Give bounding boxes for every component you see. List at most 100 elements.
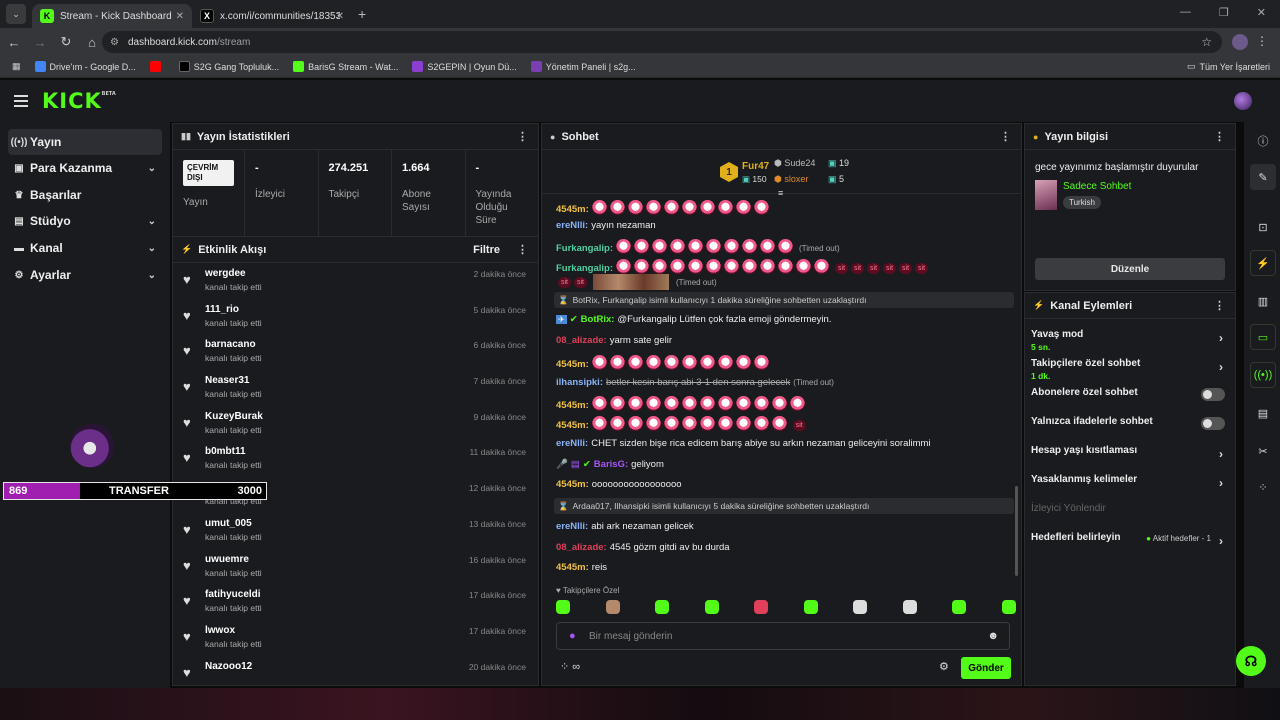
chat-username[interactable]: ereNlli: [556, 220, 588, 231]
emote-button[interactable] [556, 600, 570, 614]
more-options-icon[interactable]: ⋮ [1214, 130, 1225, 143]
screen-icon[interactable]: ⊡ [1250, 214, 1276, 240]
info-icon[interactable]: ⓘ [1250, 128, 1276, 154]
kick-logo[interactable]: KICK BETA [42, 89, 116, 113]
bookmark-item[interactable] [149, 61, 165, 72]
action-slow-mode[interactable]: Yavaş mod 5 sn. › [1025, 323, 1235, 352]
bookmark-item[interactable]: S2GEPIN | Oyun Dü... [412, 61, 517, 72]
more-options-icon[interactable]: ⋮ [517, 130, 528, 143]
sidebar-item-studyo[interactable]: ▤ Stüdyo ⌄ [8, 208, 162, 234]
category-thumbnail[interactable] [1035, 180, 1057, 210]
site-info-icon[interactable]: ⚙ [110, 37, 119, 48]
reload-icon[interactable]: ↻ [54, 34, 78, 50]
bookmark-item[interactable]: Yönetim Paneli | s2g... [530, 61, 636, 72]
more-options-icon[interactable]: ⋮ [1214, 299, 1225, 312]
more-options-icon[interactable]: ⋮ [1000, 130, 1011, 143]
bookmark-item[interactable]: BarisG Stream - Wat... [293, 61, 398, 72]
leader-item[interactable]: ⬢ sloxer [774, 174, 808, 185]
chat-input[interactable]: ● Bir mesaj gönderin ☻ [556, 622, 1010, 650]
document-icon[interactable]: ▥ [1250, 288, 1276, 314]
chat-username[interactable]: 4545m: [556, 204, 589, 215]
subscribers-toggle[interactable] [1201, 388, 1225, 401]
chat-username[interactable]: BotRix: [581, 314, 615, 325]
leader-item[interactable]: ⬢ Sude24 [774, 158, 815, 169]
emote-button[interactable] [952, 600, 967, 614]
chat-username[interactable]: 4545m: [556, 359, 589, 370]
emoji-icon[interactable]: ☻ [987, 630, 999, 642]
connections-icon[interactable]: ⁘ [1250, 474, 1276, 500]
tab-search-button[interactable]: ⌄ [6, 4, 26, 24]
emote-button[interactable] [754, 600, 769, 614]
new-tab-button[interactable]: + [358, 6, 366, 22]
chat-username[interactable]: ereNlli: [556, 438, 588, 449]
points-icon[interactable]: ⁘ ∞ [560, 660, 580, 673]
bookmark-item[interactable]: S2G Gang Topluluk... [178, 61, 279, 72]
chat-username[interactable]: 4545m: [556, 400, 589, 411]
chat-username[interactable]: 4545m: [556, 479, 589, 490]
edit-button[interactable]: Düzenle [1035, 258, 1225, 280]
chat-username[interactable]: ereNlli: [556, 521, 588, 532]
help-chat-icon[interactable]: ☊ [1236, 646, 1266, 676]
emote-only-toggle[interactable] [1201, 417, 1225, 430]
sidebar-item-kanal[interactable]: ▬ Kanal ⌄ [8, 235, 162, 261]
chat-settings-icon[interactable]: ⚙ [939, 660, 949, 673]
restore-icon[interactable]: ❐ [1219, 6, 1229, 19]
emote-button[interactable] [1001, 600, 1016, 614]
chat-username[interactable]: 4545m: [556, 420, 589, 431]
chat-username[interactable]: Furkangalip: [556, 243, 613, 254]
send-button[interactable]: Gönder [961, 657, 1011, 679]
emote-button[interactable] [655, 600, 670, 614]
forward-icon[interactable]: → [28, 35, 52, 50]
bookmark-star-icon[interactable]: ☆ [1201, 35, 1212, 49]
url-input[interactable]: ⚙ dashboard.kick.com/stream ☆ [102, 31, 1222, 53]
close-tab-icon[interactable]: ✕ [336, 11, 344, 22]
close-tab-icon[interactable]: ✕ [176, 11, 184, 22]
chat-rail-icon[interactable]: ▭ [1250, 324, 1276, 350]
chat-username[interactable]: BarisG: [594, 459, 628, 470]
menu-icon[interactable] [14, 95, 28, 107]
minimize-icon[interactable]: — [1180, 6, 1191, 19]
quick-actions-icon[interactable]: ⚡ [1250, 250, 1276, 276]
chat-username[interactable]: 4545m: [556, 562, 589, 573]
chat-username[interactable]: Furkangalip: [556, 263, 613, 274]
sidebar-item-ayarlar[interactable]: ⚙ Ayarlar ⌄ [8, 262, 162, 288]
chat-username[interactable]: ilhansipki: [556, 377, 603, 388]
emote-button[interactable] [902, 600, 917, 614]
home-icon[interactable]: ⌂ [80, 35, 104, 50]
leader-name[interactable]: Fur47 [742, 161, 769, 172]
tools-icon[interactable]: ✂ [1250, 438, 1276, 464]
back-icon[interactable]: ← [2, 35, 26, 50]
category-link[interactable]: Sadece Sohbet [1063, 181, 1131, 192]
sidebar-item-yayin[interactable]: ((•)) Yayın [8, 129, 162, 155]
action-account-age[interactable]: Hesap yaşı kısıtlaması › [1025, 439, 1235, 468]
bookmark-item[interactable]: Drive'ım - Google D... [34, 61, 136, 72]
chat-message: 🎤 ▤ ✔ BarisG: geliyom [556, 459, 664, 470]
sidebar-item-para-kazanma[interactable]: ▣ Para Kazanma ⌄ [8, 155, 162, 181]
browser-menu-icon[interactable]: ⋮ [1256, 34, 1268, 48]
stats-rail-icon[interactable]: ▤ [1250, 400, 1276, 426]
all-bookmarks[interactable]: ▭ Tüm Yer İşaretleri [1187, 61, 1270, 72]
action-followers-chat[interactable]: Takipçilere özel sohbet 1 dk. › [1025, 352, 1235, 381]
sidebar-item-basarilar[interactable]: ♛ Başarılar [8, 182, 162, 208]
emote-button[interactable] [605, 600, 620, 614]
edit-icon[interactable]: ✎ [1250, 164, 1276, 190]
chat-scrollbar[interactable] [1015, 486, 1018, 576]
apps-grid-icon[interactable]: ▦ [12, 61, 21, 72]
action-goals[interactable]: Hedefleri belirleyin ● Aktif hedefler - 1… [1025, 526, 1235, 555]
action-banned-words[interactable]: Yasaklanmış kelimeler › [1025, 468, 1235, 497]
user-avatar[interactable] [1234, 92, 1252, 110]
more-options-icon[interactable]: ⋮ [517, 243, 528, 256]
broadcast-rail-icon[interactable]: ((•)) [1250, 362, 1276, 388]
close-window-icon[interactable]: ✕ [1257, 6, 1266, 19]
emote-button[interactable] [803, 600, 818, 614]
tab-x-communities[interactable]: X x.com/i/communities/18353197... ✕ [192, 4, 352, 28]
emote [778, 259, 794, 274]
emote-button[interactable] [853, 600, 868, 614]
tab-kick-dashboard[interactable]: K Stream - Kick Dashboard ✕ [32, 4, 192, 28]
chat-username[interactable]: 08_alizade: [556, 542, 607, 553]
emote-button[interactable] [704, 600, 719, 614]
filter-button[interactable]: Filtre [473, 244, 500, 256]
profile-avatar[interactable] [1232, 34, 1248, 50]
mic-icon[interactable]: ● [569, 630, 576, 642]
chat-username[interactable]: 08_alizade: [556, 335, 607, 346]
